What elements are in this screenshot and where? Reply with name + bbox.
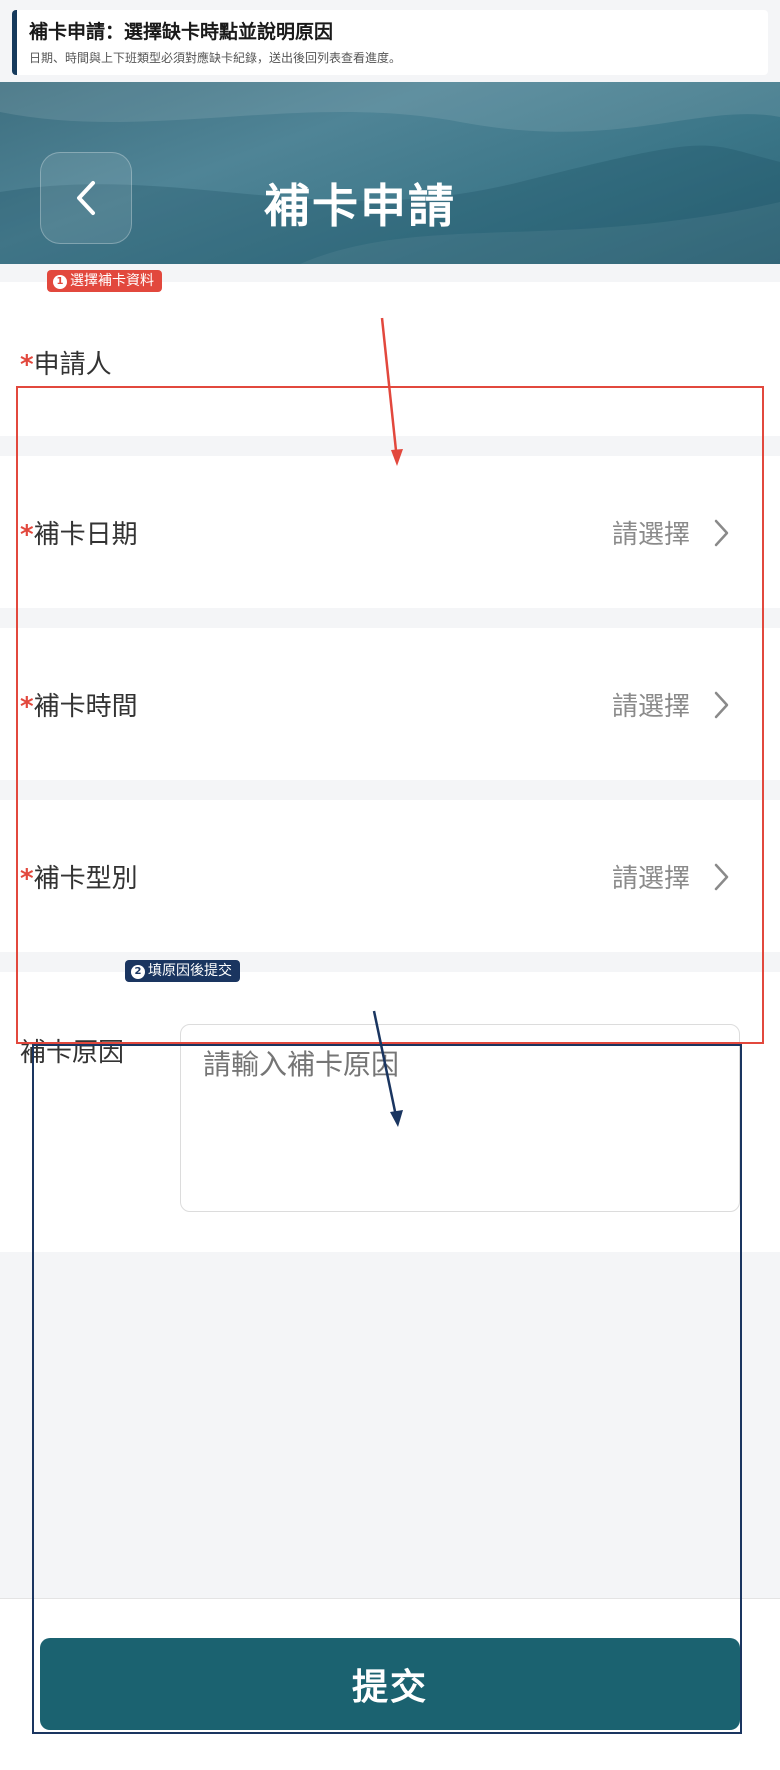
annotation-tag-1: 1 選擇補卡資料 [47, 270, 162, 292]
annotation-arrow-1 [380, 317, 403, 466]
annotation-box-2 [32, 1044, 742, 1734]
caption-subtitle: 日期、時間與上下班類型必須對應缺卡紀錄，送出後回列表查看進度。 [29, 51, 402, 65]
page-title: 補卡申請 [264, 179, 456, 233]
annotation-arrow-2 [372, 1010, 403, 1127]
applicant-label: *申請人 [20, 344, 112, 381]
annotation-tag-2: 2 填原因後提交 [125, 960, 240, 982]
annotation-label-1: 選擇補卡資料 [70, 273, 154, 289]
annotation-box-1 [16, 386, 764, 1044]
required-mark: * [20, 350, 34, 380]
annotation-label-2: 填原因後提交 [148, 963, 232, 979]
annotation-number-2: 2 [131, 965, 145, 979]
applicant-label-text: 申請人 [33, 350, 112, 380]
page-header: 補卡申請 [0, 82, 780, 264]
caption-area: 補卡申請：選擇缺卡時點並說明原因 日期、時間與上下班類型必須對應缺卡紀錄，送出後… [0, 0, 780, 82]
caption-card: 補卡申請：選擇缺卡時點並說明原因 日期、時間與上下班類型必須對應缺卡紀錄，送出後… [12, 10, 768, 75]
caption-title: 補卡申請：選擇缺卡時點並說明原因 [29, 21, 334, 43]
annotation-number-1: 1 [53, 275, 67, 289]
